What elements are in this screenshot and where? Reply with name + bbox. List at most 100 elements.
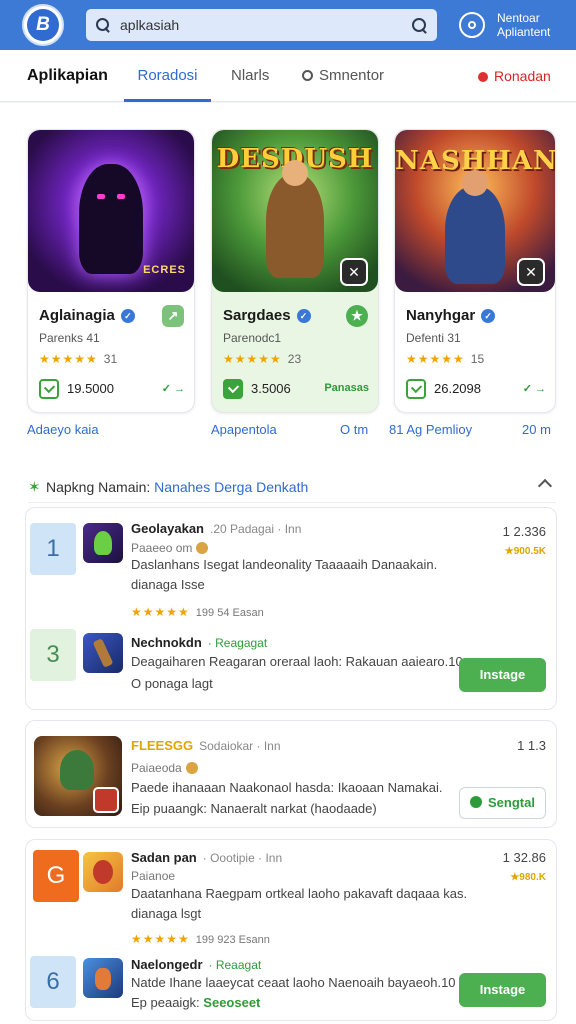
app-description: Deagaiharen Reagaran oreraal laoh: Rakau… <box>131 654 463 669</box>
tab-all[interactable]: Smnentor <box>302 50 384 102</box>
search-input[interactable] <box>120 17 412 33</box>
swords-icon: ✕ <box>517 258 545 286</box>
app-title-text: Sadan pan <box>131 850 197 865</box>
star-badge-icon[interactable]: ★ <box>346 305 368 327</box>
download-icon[interactable] <box>39 379 59 399</box>
tab-all-label: Smnentor <box>319 67 385 84</box>
character-figure <box>445 170 505 284</box>
developer-name: Parenodc1 <box>223 331 282 345</box>
featured-card[interactable]: DESDUSH ✕ Sargdaes ✓ ★ Parenodc1 ★★★★★ 23 … <box>211 129 379 413</box>
developer-name: Parenks 41 <box>39 331 100 345</box>
app-icon[interactable] <box>83 852 123 892</box>
character-figure <box>266 160 324 278</box>
featured-card[interactable]: NASHHAN ✕ Nanyhgar ✓ Defenti 31 ★★★★★ 15 2… <box>394 129 556 413</box>
rating: ★★★★★ 31 <box>39 352 117 366</box>
card-link[interactable]: Adaeyo kaia <box>27 422 99 437</box>
app-title[interactable]: Nechnokdn · Reagagat <box>131 635 267 650</box>
download-count: 26.2098 <box>434 381 481 396</box>
clock-icon <box>302 70 313 81</box>
app-title[interactable]: Naelongedr · Reaagat <box>131 957 261 972</box>
open-button-label: Sengtal <box>488 795 535 810</box>
app-tag: Seeoseet <box>203 995 261 1010</box>
app-artwork: ECRES <box>28 130 194 292</box>
card-link[interactable]: Apapentola <box>211 422 277 437</box>
account-line-1: Nentoar <box>497 11 540 25</box>
download-count: 1 1.3 <box>517 738 546 753</box>
app-meta: Sodaiokar · Inn <box>199 739 281 753</box>
eye-glow <box>117 194 125 199</box>
card-footer: 26.2098 ✓ → <box>406 379 546 401</box>
app-name: Aglainagia ✓ <box>39 307 135 324</box>
download-count: 19.5000 <box>67 381 114 396</box>
search-bar[interactable] <box>86 9 437 41</box>
card-link[interactable]: 20 m <box>522 422 551 437</box>
featured-card[interactable]: ECRES Aglainagia ✓ ↗ Parenks 41 ★★★★★ 31 1… <box>27 129 195 413</box>
app-subtitle-text: Paaeeo om <box>131 541 193 555</box>
ranking-section-header: ✶ Napkng Namain: Nanahes Derga Denkath <box>28 473 556 503</box>
character-head <box>462 170 488 196</box>
download-count: 3.5006 <box>251 381 291 396</box>
section-title-text: Napkng Namain: <box>46 479 151 495</box>
rank-number: G <box>33 850 79 902</box>
tab-popular[interactable]: Nlarls <box>231 50 269 102</box>
tab-promo[interactable]: Ronadan <box>478 50 551 102</box>
app-title[interactable]: FLEESGG Sodaiokar · Inn <box>131 738 281 753</box>
install-button[interactable]: Instage <box>459 973 546 1007</box>
install-button[interactable]: Instage <box>459 658 546 692</box>
search-submit-icon[interactable] <box>412 17 427 33</box>
app-artwork: NASHHAN ✕ <box>395 130 555 292</box>
star-icons: ★★★★★ <box>406 352 465 366</box>
app-meta: · Reaagat <box>208 958 262 972</box>
app-subtitle: Paaeeo om <box>131 541 209 555</box>
card-footer: 19.5000 ✓ → <box>39 379 185 401</box>
app-description: Daatanhana Raegpam ortkeal laoho pakavaf… <box>131 886 468 901</box>
chevron-up-icon[interactable] <box>537 478 553 494</box>
main-content: ECRES Aglainagia ✓ ↗ Parenks 41 ★★★★★ 31 1… <box>0 103 576 1024</box>
card-action[interactable]: ✓ → <box>162 382 185 395</box>
developer-name: Defenti 31 <box>406 331 461 345</box>
rating-badge: ★900.5K <box>504 546 546 557</box>
card-link[interactable]: 81 Ag Pemlioy <box>389 422 472 437</box>
account-menu[interactable]: Nentoar Apliantent <box>497 11 550 39</box>
app-icon[interactable] <box>83 958 123 998</box>
star-icons: ★★★★★ <box>223 352 282 366</box>
app-icon[interactable] <box>83 523 123 563</box>
settings-icon[interactable] <box>459 12 485 38</box>
open-button[interactable]: Sengtal <box>459 787 546 819</box>
app-title[interactable]: Geolayakan .20 Padagai · Inn <box>131 521 301 536</box>
rating-count: 23 <box>287 352 302 366</box>
account-line-2: Apliantent <box>497 25 551 39</box>
app-subtitle-text: Paiaeoda <box>131 761 182 775</box>
tab-recommended[interactable]: Roradosi <box>124 50 211 102</box>
download-icon[interactable] <box>223 379 243 399</box>
rating-count: 15 <box>470 352 485 366</box>
tab-promo-label: Ronadan <box>494 68 551 84</box>
play-icon <box>470 796 483 808</box>
app-name: Sargdaes ✓ <box>223 307 311 324</box>
star-icons: ★★★★★ <box>39 352 98 366</box>
app-meta: · Oootipie · Inn <box>202 851 283 865</box>
app-title-text: Nechnokdn <box>131 635 202 650</box>
rating: ★★★★★ 15 <box>406 352 484 366</box>
swords-icon: ✕ <box>340 258 368 286</box>
card-action[interactable]: ✓ → <box>523 382 546 395</box>
app-title[interactable]: Sadan pan · Oootipie · Inn <box>131 850 282 865</box>
rating-badge: ★980.K <box>510 872 546 883</box>
card-action[interactable]: Panasas <box>324 382 369 394</box>
download-icon[interactable] <box>406 379 426 399</box>
card-link[interactable]: O tm <box>340 422 368 437</box>
app-badge-icon <box>93 787 119 813</box>
tab-home[interactable]: Aplikapian <box>27 50 108 102</box>
app-rating: ★★★★★ 199 54 Easan <box>131 605 264 619</box>
rating: ★★★★★ 23 <box>223 352 301 366</box>
verified-icon: ✓ <box>481 309 496 323</box>
app-name-text: Nanyhgar <box>406 307 476 324</box>
share-icon[interactable]: ↗ <box>162 305 184 327</box>
section-link[interactable]: Nanahes Derga Denkath <box>154 479 308 495</box>
app-logo[interactable]: B <box>22 4 64 46</box>
app-artwork[interactable] <box>34 736 122 816</box>
verified-icon: ✓ <box>296 309 311 323</box>
app-icon[interactable] <box>83 633 123 673</box>
rating-count: 199 923 Esann <box>195 934 270 946</box>
app-subtitle: Paiaeoda <box>131 761 198 775</box>
